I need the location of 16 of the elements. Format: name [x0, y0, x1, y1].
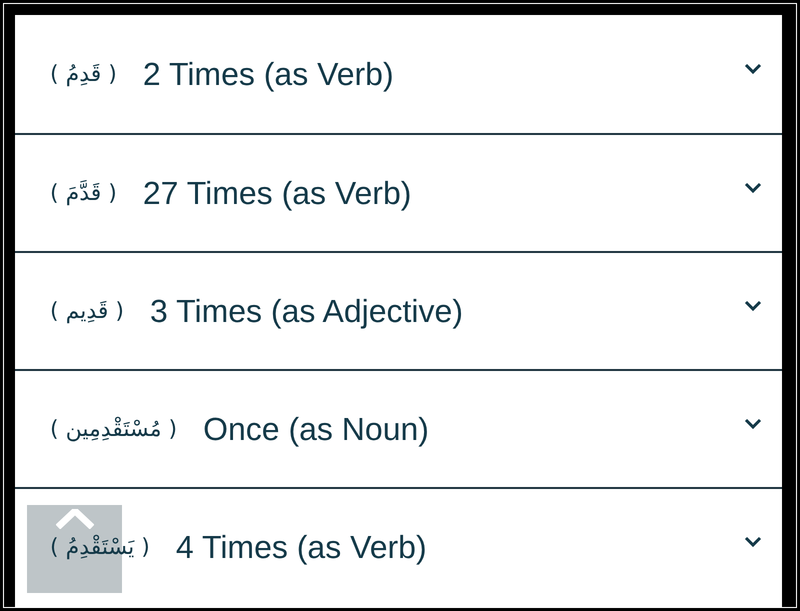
occurrence-label: 3 Times (as Adjective) [150, 292, 464, 331]
chevron-up-icon [56, 509, 94, 529]
chevron-down-icon [744, 63, 762, 75]
chevron-down-icon [744, 536, 762, 548]
chevron-down-icon [744, 300, 762, 312]
chevron-down-icon [744, 182, 762, 194]
occurrence-label: 27 Times (as Verb) [142, 174, 412, 213]
arabic-word: ( قَدِيم ) [50, 298, 124, 326]
arabic-word: ( قَدَّمَ ) [50, 179, 117, 208]
occurrence-label: 4 Times (as Verb) [176, 528, 428, 567]
occurrence-label: Once (as Noun) [203, 410, 430, 449]
arabic-word: ( مُسْتَقْدِمِين ) [50, 416, 178, 444]
arabic-word: ( يَسْتَقْدِمُ ) [50, 534, 150, 562]
occurrence-label: 2 Times (as Verb) [142, 55, 395, 94]
arabic-word: ( قَدِمُ ) [50, 60, 117, 88]
chevron-down-icon [744, 418, 762, 430]
